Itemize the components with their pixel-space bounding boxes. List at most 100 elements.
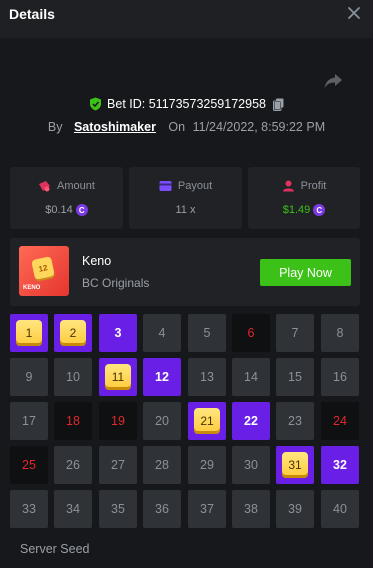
keno-number: 28 <box>155 458 169 472</box>
on-label: On <box>168 120 186 134</box>
keno-number: 27 <box>111 458 125 472</box>
keno-cell: 5 <box>188 314 226 352</box>
keno-number: 36 <box>155 502 169 516</box>
keno-number: 34 <box>66 502 80 516</box>
keno-cell: 20 <box>143 402 181 440</box>
keno-cell: 16 <box>321 358 359 396</box>
hit-gem-icon: 31 <box>282 452 308 478</box>
keno-number: 25 <box>22 458 36 472</box>
keno-cell: 40 <box>321 490 359 528</box>
keno-number: 8 <box>336 326 344 340</box>
keno-cell: 7 <box>276 314 314 352</box>
keno-cell: 22 <box>232 402 270 440</box>
game-name: Keno <box>82 254 112 268</box>
bet-author-row: By Satoshimaker On 11/24/2022, 8:59:22 P… <box>0 120 373 134</box>
keno-number: 26 <box>66 458 80 472</box>
keno-cell: 6 <box>232 314 270 352</box>
profit-icon <box>282 180 294 192</box>
keno-cell: 19 <box>99 402 137 440</box>
keno-number: 15 <box>288 370 302 384</box>
keno-number: 23 <box>288 414 302 428</box>
server-seed-label: Server Seed <box>20 542 90 556</box>
keno-number: 4 <box>158 326 166 340</box>
keno-cell: 13 <box>188 358 226 396</box>
payout-value: 11 x <box>175 204 196 216</box>
profit-value: $1.49 <box>282 204 311 216</box>
keno-cell: 18 <box>54 402 92 440</box>
keno-number: 33 <box>22 502 36 516</box>
keno-tile-graphic: 12 <box>31 256 55 280</box>
keno-number: 16 <box>333 370 347 384</box>
keno-cell: 37 <box>188 490 226 528</box>
keno-number: 17 <box>22 414 36 428</box>
game-card: 12 KENO Keno BC Originals Play Now <box>10 238 360 306</box>
bet-date: 11/24/2022, 8:59:22 PM <box>192 120 326 134</box>
keno-number: 7 <box>291 326 299 340</box>
keno-number: 38 <box>244 502 258 516</box>
keno-cell: 4 <box>143 314 181 352</box>
keno-cell: 23 <box>276 402 314 440</box>
keno-number: 40 <box>333 502 347 516</box>
page-title: Details <box>9 6 55 22</box>
username-link[interactable]: Satoshimaker <box>74 120 156 134</box>
details-header: Details <box>0 0 373 38</box>
keno-cell: 11 <box>99 358 137 396</box>
keno-cell: 12 <box>143 358 181 396</box>
payout-label: Payout <box>177 180 213 192</box>
hit-gem-icon: 1 <box>16 320 42 346</box>
keno-number: 32 <box>333 458 347 472</box>
amount-stat: Amount $0.14 C <box>10 167 123 229</box>
keno-number: 37 <box>200 502 214 516</box>
keno-number: 9 <box>25 370 33 384</box>
game-thumbnail[interactable]: 12 KENO <box>19 246 69 296</box>
keno-cell: 30 <box>232 446 270 484</box>
bet-id-row: Bet ID: 5117357325917295​8 <box>0 97 373 117</box>
keno-cell: 34 <box>54 490 92 528</box>
share-icon[interactable] <box>323 72 343 90</box>
keno-cell: 21 <box>188 402 226 440</box>
keno-number: 3 <box>114 326 122 340</box>
keno-cell: 27 <box>99 446 137 484</box>
keno-cell: 1 <box>10 314 48 352</box>
payout-icon <box>159 181 172 191</box>
bet-id: Bet ID: 5117357325917295​8 <box>107 97 266 111</box>
payout-stat: Payout 11 x <box>129 167 242 229</box>
hit-gem-icon: 21 <box>194 408 220 434</box>
keno-cell: 3 <box>99 314 137 352</box>
keno-cell: 24 <box>321 402 359 440</box>
keno-number: 5 <box>203 326 211 340</box>
keno-cell: 14 <box>232 358 270 396</box>
play-now-button[interactable]: Play Now <box>260 259 351 286</box>
keno-cell: 38 <box>232 490 270 528</box>
keno-cell: 26 <box>54 446 92 484</box>
hit-gem-icon: 11 <box>105 364 131 390</box>
keno-number: 14 <box>244 370 258 384</box>
keno-number: 24 <box>333 414 347 428</box>
keno-number: 18 <box>66 414 80 428</box>
keno-cell: 10 <box>54 358 92 396</box>
keno-cell: 25 <box>10 446 48 484</box>
keno-cell: 32 <box>321 446 359 484</box>
keno-cell: 35 <box>99 490 137 528</box>
keno-cell: 17 <box>10 402 48 440</box>
keno-cell: 36 <box>143 490 181 528</box>
amount-value: $0.14 <box>45 204 73 216</box>
copy-icon[interactable] <box>272 98 284 111</box>
coin-icon: C <box>313 204 326 216</box>
keno-number: 39 <box>288 502 302 516</box>
game-provider: BC Originals <box>82 276 150 290</box>
profit-label: Profit <box>300 180 327 192</box>
by-label: By <box>47 120 63 134</box>
profit-stat: Profit $1.49 C <box>248 167 360 229</box>
amount-label: Amount <box>57 180 95 192</box>
keno-number: 6 <box>247 326 255 340</box>
keno-cell: 39 <box>276 490 314 528</box>
coin-icon: C <box>75 204 88 216</box>
keno-cell: 31 <box>276 446 314 484</box>
close-icon[interactable] <box>347 6 361 20</box>
keno-cell: 15 <box>276 358 314 396</box>
keno-number: 35 <box>111 502 125 516</box>
thumbnail-label: KENO <box>23 285 41 291</box>
keno-cell: 9 <box>10 358 48 396</box>
keno-number: 10 <box>66 370 80 384</box>
